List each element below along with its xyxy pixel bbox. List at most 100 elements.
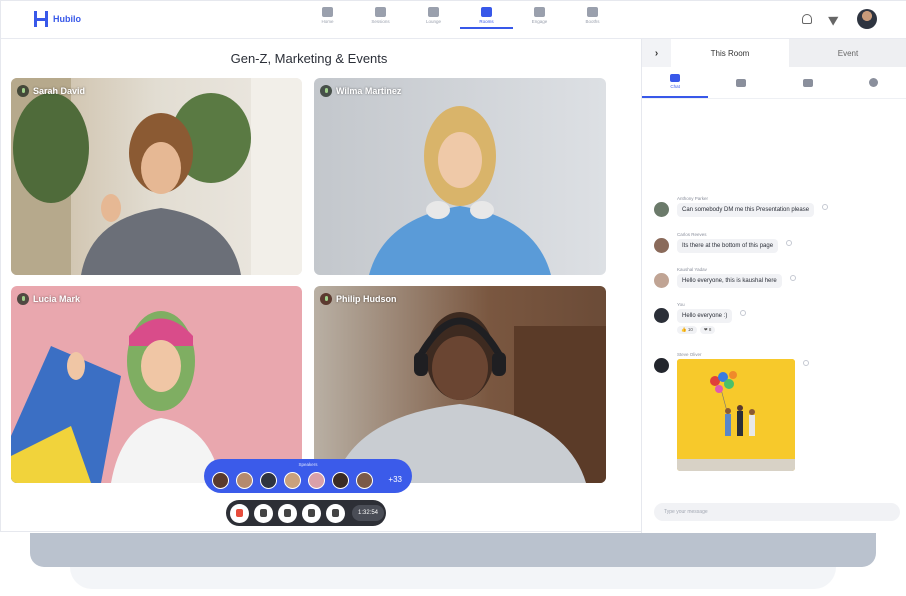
mic-icon: [17, 293, 29, 305]
nav-item-lounge[interactable]: Lounge: [407, 7, 460, 29]
avatar[interactable]: [332, 472, 349, 489]
avatar[interactable]: [260, 472, 277, 489]
speaker-avatars: [212, 472, 373, 489]
session-timer: 1:32:54: [352, 505, 385, 521]
reaction-add-icon[interactable]: [786, 240, 793, 246]
emoji-icon[interactable]: [869, 507, 879, 517]
collapse-panel-button[interactable]: ›: [642, 39, 671, 67]
gear-icon: [332, 508, 339, 517]
avatar: [654, 358, 669, 373]
reaction-add-icon[interactable]: [789, 275, 796, 281]
reaction-chip[interactable]: ❤ 8: [699, 326, 716, 334]
leave-icon: [236, 508, 243, 517]
shared-photo-image: [677, 359, 795, 471]
avatar[interactable]: [236, 472, 253, 489]
people-icon: [802, 78, 813, 87]
reaction-add-icon[interactable]: [822, 204, 829, 210]
leave-button[interactable]: [230, 503, 249, 523]
message-bubble: Its there at the bottom of this page: [677, 239, 779, 253]
speakers-label: Speakers: [298, 462, 318, 467]
reaction-add-icon[interactable]: [740, 310, 747, 316]
nav-item-engage[interactable]: Engage: [513, 7, 566, 29]
subtab-chat[interactable]: Chat: [642, 67, 709, 98]
nav-label: Rooms: [479, 19, 494, 24]
chat-icon: [670, 74, 681, 82]
avatar[interactable]: [212, 472, 229, 489]
message-bubble: Can somebody DM me this Presentation ple…: [677, 203, 815, 217]
hubilo-logo[interactable]: Hubilo: [34, 11, 81, 27]
chat-input[interactable]: Type your message: [654, 503, 900, 521]
main-nav: Home Sessions Lounge Rooms Engage Booths: [301, 7, 619, 29]
laptop-base: [30, 533, 876, 567]
tab-event[interactable]: Event: [789, 39, 906, 67]
laptop-shadow: [70, 567, 836, 589]
participant-video: [334, 312, 606, 483]
user-avatar[interactable]: [857, 9, 877, 29]
send-message-icon[interactable]: [883, 507, 893, 517]
chat-message: You Hello everyone :) 👍 10 ❤ 8: [654, 302, 747, 334]
participant-video: [11, 311, 221, 483]
mic-icon: [17, 85, 29, 97]
nav-item-rooms[interactable]: Rooms: [460, 7, 513, 29]
mic-button[interactable]: [254, 503, 273, 523]
nav-label: Home: [321, 19, 334, 24]
chat-message: Kaushal Yadav Hello everyone, this is ka…: [654, 267, 796, 288]
nav-label: Booths: [585, 19, 600, 24]
screen-share-button[interactable]: [302, 503, 321, 523]
subtab-people[interactable]: [775, 67, 841, 98]
avatar[interactable]: [356, 472, 373, 489]
mic-icon: [260, 508, 267, 517]
engage-icon: [534, 7, 545, 17]
message-body: Steve Oliver: [677, 352, 795, 471]
bell-icon[interactable]: [802, 14, 812, 24]
message-bubble: Hello everyone :): [677, 309, 733, 323]
settings-button[interactable]: [326, 503, 345, 523]
more-speakers-count[interactable]: +33: [388, 475, 402, 484]
booth-icon: [587, 7, 598, 17]
video-tile[interactable]: Sarah David: [11, 78, 302, 275]
room-title: Gen-Z, Marketing & Events: [230, 51, 388, 66]
panel-subtabs: Chat: [642, 67, 906, 99]
nav-label: Lounge: [425, 19, 442, 24]
eye-icon: [736, 78, 747, 87]
participant-name: Philip Hudson: [336, 294, 397, 304]
app-window: Hubilo Home Sessions Lounge Rooms Engage: [0, 0, 906, 533]
home-icon: [322, 7, 333, 17]
participant-name-tag: Lucia Mark: [17, 293, 80, 305]
participant-name-tag: Philip Hudson: [320, 293, 397, 305]
screen-icon: [308, 508, 315, 517]
nav-item-booths[interactable]: Booths: [566, 7, 619, 29]
video-tile[interactable]: Lucia Mark: [11, 286, 302, 483]
avatar: [654, 238, 669, 253]
participant-name: Wilma Martinez: [336, 86, 402, 96]
avatar[interactable]: [284, 472, 301, 489]
video-tile[interactable]: Philip Hudson: [314, 286, 606, 483]
message-body: Kaushal Yadav Hello everyone, this is ka…: [677, 267, 782, 288]
camera-icon: [284, 508, 291, 517]
tab-this-room[interactable]: This Room: [671, 39, 789, 67]
call-controls: 1:32:54: [226, 500, 386, 526]
video-tile[interactable]: Wilma Martinez: [314, 78, 606, 275]
speakers-bar[interactable]: Speakers +33: [204, 459, 412, 493]
logo-mark-icon: [34, 11, 48, 27]
avatar: [654, 202, 669, 217]
nav-item-home[interactable]: Home: [301, 7, 354, 29]
shared-photo[interactable]: [677, 359, 795, 471]
participant-video: [11, 78, 302, 275]
message-body: Carlos Reeves Its there at the bottom of…: [677, 232, 779, 253]
avatar[interactable]: [308, 472, 325, 489]
camera-button[interactable]: [278, 503, 297, 523]
chat-message: Carlos Reeves Its there at the bottom of…: [654, 232, 793, 253]
message-sender: Kaushal Yadav: [677, 267, 707, 272]
subtab-viewers[interactable]: [708, 67, 774, 98]
nav-label: Engage: [531, 19, 548, 24]
reaction-chip[interactable]: 👍 10: [677, 326, 697, 334]
mic-icon: [320, 85, 332, 97]
top-right-actions: [802, 9, 877, 29]
participant-name: Sarah David: [33, 86, 86, 96]
subtab-info[interactable]: [841, 67, 906, 98]
nav-item-sessions[interactable]: Sessions: [354, 7, 407, 29]
reaction-add-icon[interactable]: [803, 360, 809, 366]
send-icon[interactable]: [828, 12, 841, 26]
rooms-icon: [481, 7, 492, 17]
